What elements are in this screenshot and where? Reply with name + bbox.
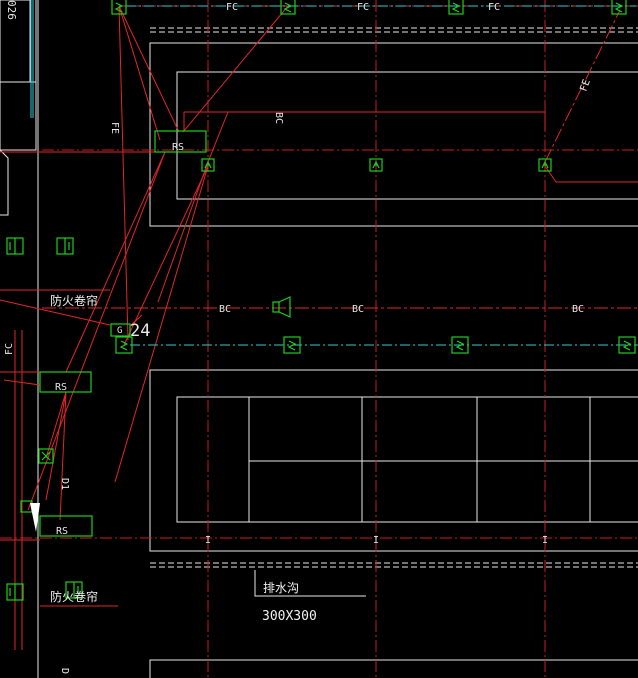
cad-drawing-canvas[interactable]: FC FC FC FE BC FE RS RS RS BC BC BC G 24…	[0, 0, 638, 678]
fire-shutter-label: 防火卷帘	[50, 589, 98, 604]
cyan-edge-lines	[30, 0, 34, 118]
floor-plan-svg: FC FC FC FE BC FE RS RS RS BC BC BC G 24…	[0, 0, 638, 678]
fire-shutter-label: 防火卷帘	[50, 293, 98, 308]
rs-label: RS	[172, 142, 184, 153]
speaker-icon	[272, 296, 291, 318]
wiring	[0, 5, 638, 650]
rs-label: RS	[56, 526, 68, 537]
bc-label: BC	[219, 304, 231, 315]
drain-size-label: 300X300	[262, 609, 317, 624]
fc-wiring	[42, 5, 638, 309]
fc-label: FC	[226, 2, 238, 13]
d-label: D	[59, 668, 70, 674]
fe-label: FE	[109, 122, 120, 134]
module-icon	[6, 237, 24, 255]
top-left-code: 026	[5, 0, 18, 20]
number-24: 24	[130, 321, 150, 341]
devices	[6, 0, 636, 601]
bc-label: BC	[572, 304, 584, 315]
fe-label: FE	[578, 78, 592, 93]
fc-label: FC	[4, 343, 15, 355]
drain-ditch-label: 排水沟	[263, 581, 299, 595]
module-icon	[6, 583, 24, 601]
rs-label: RS	[55, 382, 67, 393]
module-icon	[56, 237, 74, 255]
fc-label: FC	[488, 2, 500, 13]
fc-label: FC	[357, 2, 369, 13]
i-mark: I	[542, 535, 548, 546]
g-label: G	[117, 326, 122, 336]
axis-lines	[0, 0, 638, 678]
i-mark: I	[373, 535, 379, 546]
valve-icon	[448, 0, 464, 15]
bc-label: BC	[352, 304, 364, 315]
bc-label: BC	[273, 112, 284, 124]
d1-label: D1	[59, 478, 70, 490]
walls	[0, 0, 638, 678]
i-mark: I	[205, 535, 211, 546]
